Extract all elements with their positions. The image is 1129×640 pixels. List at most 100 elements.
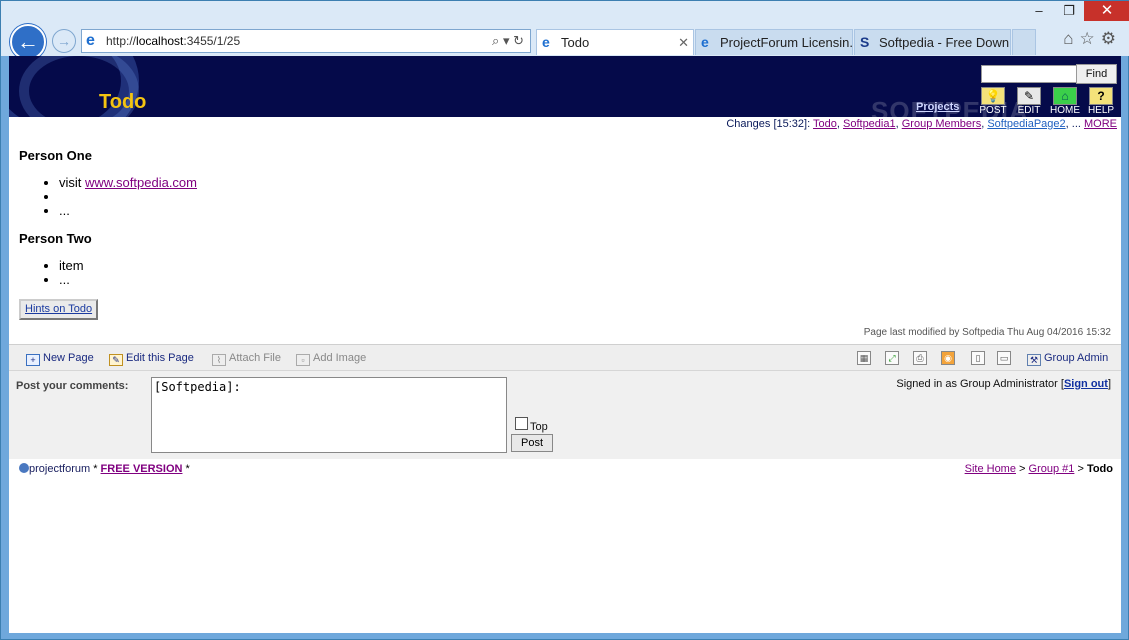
page-toolbar: + New Page ✎ Edit this Page ⌇ Attach File ▫… xyxy=(9,344,1121,371)
help-button[interactable]: ? HELP xyxy=(1085,87,1117,116)
tab-projectforum[interactable]: e ProjectForum Licensin... xyxy=(695,29,853,55)
minimize-button[interactable]: – xyxy=(1024,1,1054,21)
url-prefix: http:// xyxy=(106,34,137,48)
group-admin-label: Group Admin xyxy=(1044,352,1109,364)
more-changes-link[interactable]: MORE xyxy=(1084,118,1117,130)
projectforum-logo-icon xyxy=(19,463,29,473)
tab-todo[interactable]: e Todo ✕ xyxy=(536,29,694,55)
page-content: SOFTPEDIA Todo Find Projects 💡 POST ✎ ED… xyxy=(9,56,1121,633)
list-item: visit www.softpedia.com xyxy=(59,176,1109,190)
breadcrumb-sep: > xyxy=(1015,463,1029,475)
todo-list: visit www.softpedia.com ... xyxy=(59,176,1109,218)
new-tab-button[interactable] xyxy=(1012,29,1036,55)
new-page-label: New Page xyxy=(43,352,94,364)
breadcrumb-site-home[interactable]: Site Home xyxy=(965,463,1016,475)
address-bar[interactable]: e http://localhost:3455/1/25 ⌕ ▾ ↻ xyxy=(81,29,531,53)
home-icon: ⌂ xyxy=(1053,87,1077,105)
comment-panel: Post your comments: Top Post Signed in a… xyxy=(9,371,1121,459)
group-admin-button[interactable]: ⚒ Group Admin xyxy=(1027,352,1108,366)
close-window-button[interactable]: ✕ xyxy=(1084,1,1129,21)
browser-chrome: – ❐ ✕ ← → e http://localhost:3455/1/25 ⌕… xyxy=(1,1,1129,60)
projectforum-brand[interactable]: projectforum xyxy=(19,463,90,475)
changes-ellipsis: ... xyxy=(1071,118,1081,130)
change-link-softpedia1[interactable]: Softpedia1 xyxy=(843,118,896,130)
wiki-content: Person One visit www.softpedia.com ... P… xyxy=(19,148,1109,300)
breadcrumb-current: Todo xyxy=(1086,463,1113,475)
attach-file-button[interactable]: ⌇ Attach File xyxy=(212,352,281,366)
ie-logo-icon: e xyxy=(86,32,95,49)
sign-out-link[interactable]: Sign out xyxy=(1064,378,1108,390)
view-icon[interactable]: ▭ xyxy=(997,351,1011,365)
tab-label: Softpedia - Free Downl... xyxy=(879,35,1011,50)
settings-gear-icon[interactable]: ⚙ xyxy=(1101,29,1122,48)
signed-in-status: Signed in as Group Administrator [Sign o… xyxy=(896,378,1111,390)
home-icon[interactable]: ⌂ xyxy=(1063,29,1079,48)
add-image-label: Add Image xyxy=(313,352,367,364)
forward-button[interactable]: → xyxy=(52,29,76,53)
find-button[interactable]: Find xyxy=(1076,64,1117,84)
expand-icon[interactable]: ⤢ xyxy=(885,351,899,365)
back-button[interactable]: ← xyxy=(10,24,46,60)
calendar-icon[interactable]: ▦ xyxy=(857,351,871,365)
softpedia-link[interactable]: www.softpedia.com xyxy=(85,175,197,190)
attach-file-label: Attach File xyxy=(229,352,281,364)
edit-icon: ✎ xyxy=(1017,87,1041,105)
print-icon[interactable]: ⎙ xyxy=(913,351,927,365)
hints-button[interactable]: Hints on Todo xyxy=(19,299,99,320)
ie-tab-icon: e xyxy=(701,34,709,50)
change-link-group-members[interactable]: Group Members xyxy=(902,118,981,130)
new-page-icon: + xyxy=(26,354,40,366)
new-page-button[interactable]: + New Page xyxy=(26,352,94,366)
url-path: :3455/1/25 xyxy=(183,34,241,48)
projects-link[interactable]: Projects xyxy=(916,101,959,113)
paperclip-icon: ⌇ xyxy=(212,354,226,366)
tab-label: ProjectForum Licensin... xyxy=(720,35,853,50)
free-version-link[interactable]: FREE VERSION xyxy=(101,463,183,475)
comment-textarea[interactable] xyxy=(151,377,507,453)
forward-arrow-icon: → xyxy=(57,33,71,49)
change-link-softpediapage2[interactable]: SoftpediaPage2 xyxy=(987,118,1065,130)
top-checkbox[interactable] xyxy=(515,417,528,430)
page-title: Todo xyxy=(99,91,147,113)
edit-page-label: Edit this Page xyxy=(126,352,194,364)
trash-icon[interactable]: ▯ xyxy=(971,351,985,365)
address-tools: ⌕ ▾ ↻ xyxy=(492,33,524,49)
post-comment-button[interactable]: Post xyxy=(511,434,553,452)
post-button[interactable]: 💡 POST xyxy=(977,87,1009,116)
address-url[interactable]: http://localhost:3455/1/25 xyxy=(106,34,240,48)
todo-list: item ... xyxy=(59,259,1109,287)
edit-page-button[interactable]: ✎ Edit this Page xyxy=(109,352,194,366)
browser-right-icons: ⌂☆⚙ xyxy=(1063,29,1122,49)
url-host: localhost xyxy=(136,34,184,48)
wrench-icon: ⚒ xyxy=(1027,354,1041,366)
image-icon: ▫ xyxy=(296,354,310,366)
refresh-icon[interactable]: ↻ xyxy=(513,33,524,48)
signed-in-text: Signed in as Group Administrator [ xyxy=(896,378,1064,390)
edit-button[interactable]: ✎ EDIT xyxy=(1013,87,1045,116)
close-tab-icon[interactable]: ✕ xyxy=(678,35,689,51)
recent-changes: Changes [15:32]: Todo, Softpedia1, Group… xyxy=(726,118,1117,130)
home-button-label: HOME xyxy=(1050,105,1080,116)
window-controls: – ❐ ✕ xyxy=(1024,1,1129,23)
browser-window: – ❐ ✕ ← → e http://localhost:3455/1/25 ⌕… xyxy=(0,0,1129,640)
dropdown-icon[interactable]: ▾ xyxy=(503,33,510,48)
favorites-star-icon[interactable]: ☆ xyxy=(1080,29,1101,48)
maximize-button[interactable]: ❐ xyxy=(1054,1,1084,21)
list-item xyxy=(59,190,1109,204)
search-icon[interactable]: ⌕ xyxy=(492,33,499,48)
rss-icon[interactable]: ◉ xyxy=(941,351,955,365)
add-image-button[interactable]: ▫ Add Image xyxy=(296,352,366,366)
tab-softpedia[interactable]: S Softpedia - Free Downl... xyxy=(854,29,1011,55)
breadcrumb-group[interactable]: Group #1 xyxy=(1029,463,1075,475)
post-button-label: POST xyxy=(979,105,1007,116)
site-banner: SOFTPEDIA Todo Find Projects 💡 POST ✎ ED… xyxy=(9,56,1121,117)
section-heading: Person One xyxy=(19,148,92,163)
breadcrumb: Site Home > Group #1 > Todo xyxy=(965,463,1113,475)
home-button[interactable]: ⌂ HOME xyxy=(1049,87,1081,116)
changes-label: Changes [15:32]: xyxy=(726,118,811,130)
change-link-todo[interactable]: Todo xyxy=(813,118,837,130)
footer-sep: * xyxy=(90,463,101,475)
edit-button-label: EDIT xyxy=(1017,105,1041,116)
list-item: ... xyxy=(59,204,1109,218)
search-input[interactable] xyxy=(981,65,1077,83)
